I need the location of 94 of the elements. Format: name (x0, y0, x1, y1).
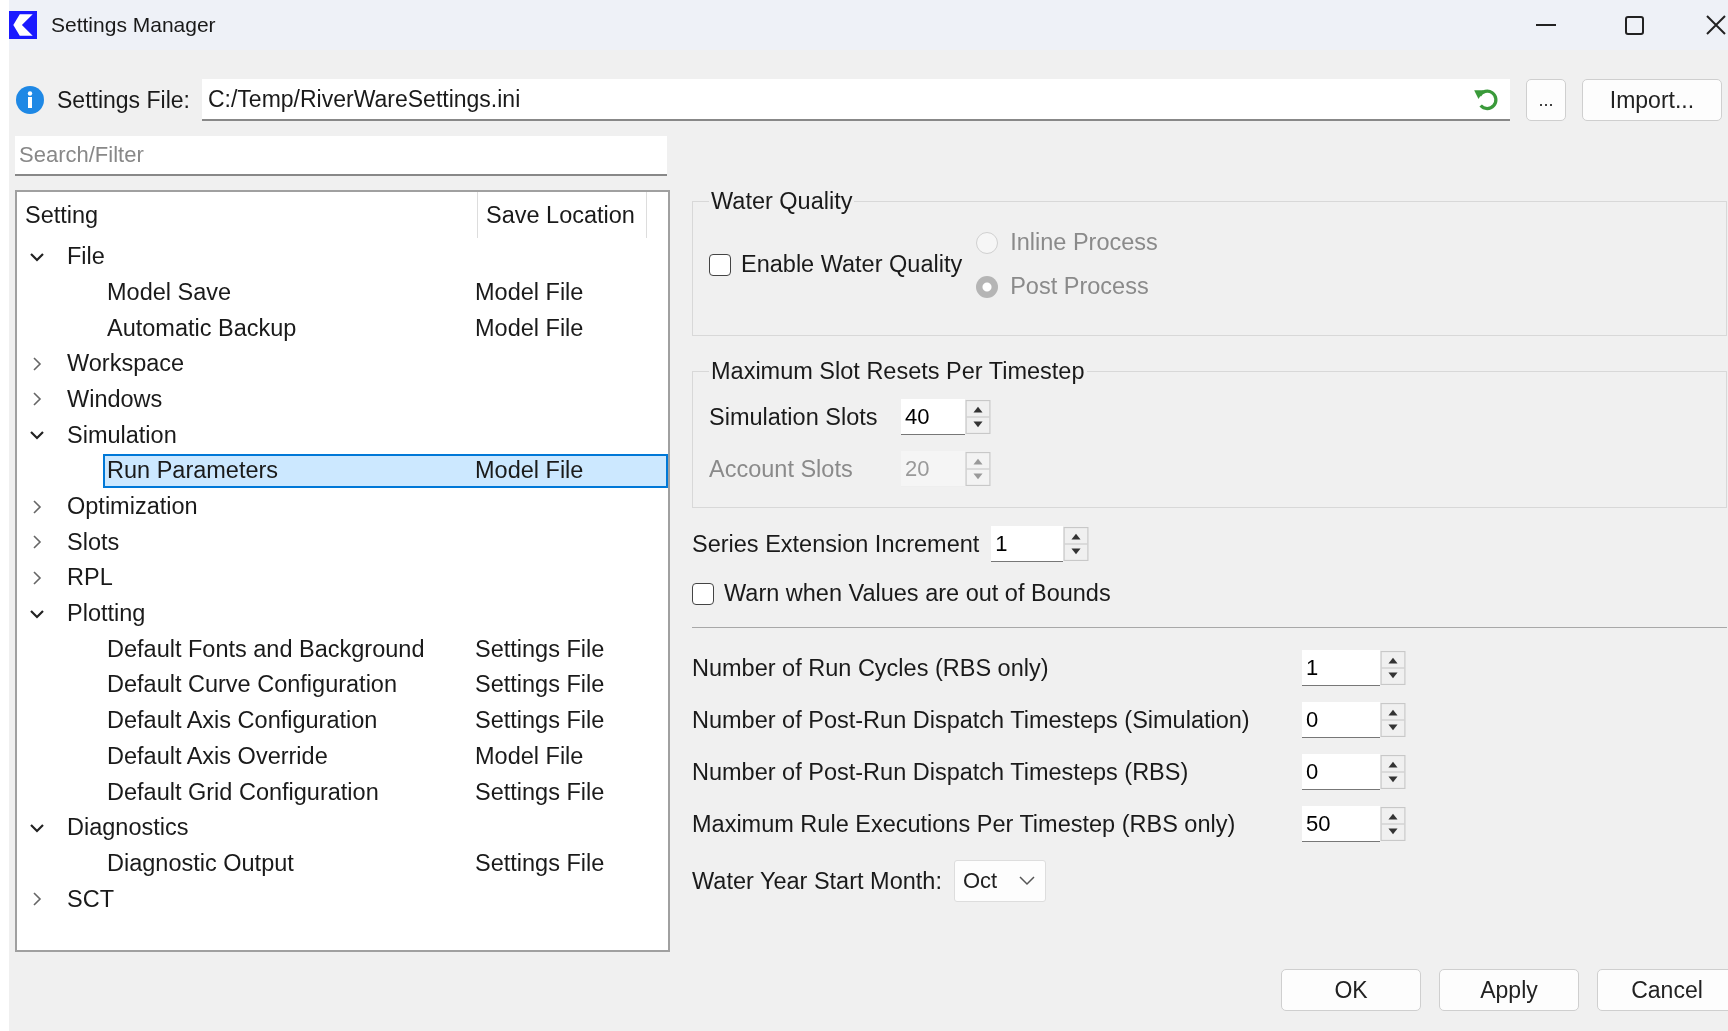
setting-name: Windows (66, 385, 163, 413)
settings-file-label: Settings File: (57, 86, 190, 114)
setting-name: Workspace (66, 350, 185, 378)
setting-name: File (66, 243, 105, 271)
settings-file-field[interactable]: C:/Temp/RiverWareSettings.ini (201, 79, 1510, 121)
tree-row[interactable]: Default Axis Override Model File (103, 739, 668, 774)
dialog-button[interactable]: Apply (1439, 969, 1579, 1011)
save-location: Settings File (475, 671, 605, 699)
spin-field[interactable]: 1 (991, 526, 1064, 562)
tree-row[interactable]: Default Axis Configuration Settings File (103, 703, 668, 738)
setting-name: Diagnostics (66, 814, 189, 842)
caret-icon (1019, 876, 1036, 886)
spin-field[interactable]: 0 (1302, 754, 1380, 790)
spin-field[interactable]: 0 (1302, 702, 1380, 738)
setting-name: Default Grid Configuration (106, 778, 380, 806)
window-title: Settings Manager (51, 13, 216, 37)
radio-label: Post Process (1010, 273, 1149, 300)
checkbox-label: Enable Water Quality (741, 251, 963, 278)
field-label: Maximum Rule Executions Per Timestep (RBS only) (692, 810, 1237, 838)
save-location: Settings File (475, 849, 605, 877)
browse-button[interactable]: ... (1525, 79, 1566, 121)
checkbox[interactable] (709, 253, 731, 276)
maximize-icon (1624, 15, 1644, 35)
spin-buttons-icon[interactable] (1380, 755, 1406, 789)
month-dropdown[interactable]: Oct (953, 860, 1047, 902)
checkbox[interactable] (692, 582, 714, 605)
tree-row[interactable]: Default Curve Configuration Settings File (103, 667, 668, 702)
spin-field[interactable]: 1 (1302, 650, 1380, 686)
spin-buttons-icon[interactable] (965, 400, 991, 434)
tree-row[interactable]: Automatic Backup Model File (103, 311, 668, 346)
field-label: Series Extension Increment (692, 530, 980, 558)
radio-label: Inline Process (1010, 229, 1158, 256)
field-label: Simulation Slots (709, 403, 879, 431)
spin-buttons-icon[interactable] (1380, 703, 1406, 737)
tree-row[interactable]: Diagnostics (23, 810, 668, 845)
setting-name: Model Save (106, 278, 233, 306)
tree-row[interactable]: Model Save Model File (103, 275, 668, 310)
tree-row[interactable]: Plotting (23, 596, 668, 631)
tree-row[interactable]: RPL (23, 560, 668, 595)
setting-name: Slots (66, 528, 120, 556)
file-path: C:/Temp/RiverWareSettings.ini (207, 85, 521, 113)
close-icon (1706, 15, 1726, 35)
setting-name: Diagnostic Output (106, 849, 295, 877)
tree-row[interactable]: Default Fonts and Background Settings File (103, 632, 668, 667)
dialog-button[interactable]: OK (1281, 969, 1421, 1011)
setting-name: Default Axis Override (106, 742, 329, 770)
save-location: Model File (475, 742, 584, 770)
tree-row[interactable]: Default Grid Configuration Settings File (103, 775, 668, 809)
setting-name: RPL (66, 564, 113, 592)
tree-row[interactable]: File (23, 239, 668, 274)
info-icon (15, 85, 45, 115)
group-title: Maximum Slot Resets Per Timestep (710, 358, 1086, 385)
save-location: Model File (475, 314, 584, 342)
checkbox-label: Warn when Values are out of Bounds (724, 580, 1111, 607)
spin-field[interactable]: 50 (1302, 806, 1380, 842)
tree-row[interactable]: Simulation (23, 418, 668, 453)
setting-name: Run Parameters (106, 457, 280, 485)
spin-field[interactable]: 40 (901, 399, 965, 435)
save-location: Settings File (475, 635, 605, 663)
tree-row[interactable]: Windows (23, 382, 668, 417)
setting-name: Simulation (66, 421, 177, 449)
tree-row[interactable]: Slots (23, 525, 668, 560)
setting-name: Default Axis Configuration (106, 707, 379, 735)
tree-row[interactable]: Diagnostic Output Settings File (103, 846, 668, 881)
setting-name: Default Curve Configuration (106, 671, 398, 699)
spin-buttons-icon[interactable] (1063, 527, 1090, 561)
setting-name: Optimization (66, 493, 198, 520)
save-location: Settings File (475, 778, 605, 806)
column-header[interactable]: Save Location (478, 192, 647, 238)
search-field[interactable]: Search/Filter (15, 136, 667, 176)
import-button[interactable]: Import... (1581, 79, 1722, 121)
field-label: Number of Post-Run Dispatch Timesteps (RBS) (692, 758, 1190, 786)
app-logo-icon (9, 11, 37, 39)
save-location: Model File (475, 278, 584, 306)
setting-name: Plotting (66, 600, 146, 628)
group-title: Water Quality (710, 188, 854, 215)
tree-row[interactable]: SCT (23, 882, 668, 917)
field-label: Account Slots (709, 455, 854, 483)
setting-name: Default Fonts and Background (106, 635, 426, 663)
tree-row[interactable]: Workspace (23, 346, 668, 381)
tree-row[interactable]: Run Parameters Model File (103, 453, 668, 488)
dialog-button[interactable]: Cancel (1597, 969, 1728, 1011)
setting-name: SCT (66, 885, 114, 913)
setting-name: Automatic Backup (106, 314, 298, 342)
spin-buttons-icon[interactable] (1380, 651, 1406, 685)
save-location: Settings File (475, 707, 605, 735)
spin-buttons-icon[interactable] (1380, 807, 1406, 841)
field-label: Water Year Start Month: (692, 867, 942, 895)
field-label: Number of Post-Run Dispatch Timesteps (Simulation) (692, 706, 1251, 734)
field-label: Number of Run Cycles (RBS only) (692, 654, 1050, 682)
tree-row[interactable]: Optimization (23, 489, 668, 524)
column-header[interactable]: Setting (23, 192, 478, 238)
minimize-icon (1536, 24, 1556, 26)
save-location: Model File (475, 457, 584, 485)
